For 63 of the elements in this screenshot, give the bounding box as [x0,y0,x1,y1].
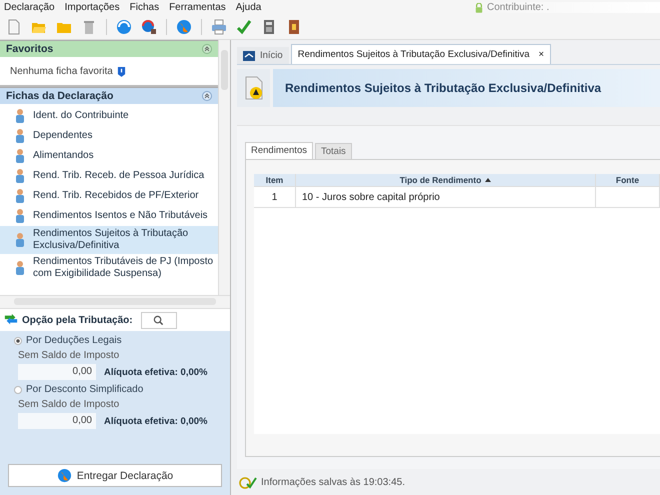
collapse-icon[interactable] [202,44,212,54]
info-icon [116,66,126,76]
form-list-item[interactable]: Rendimentos Tributáveis de PJ (Imposto com Exigibilidade Suspensa) [33,256,214,280]
column-header[interactable]: Item [254,174,296,187]
tab[interactable]: Início [237,47,289,64]
empty-favorites-text: Nenhuma ficha favorita [10,66,113,76]
sub-tab[interactable]: Totais [314,143,352,159]
radio-label[interactable]: Por Desconto Simplificado [26,384,144,395]
favorites-header[interactable]: Favoritos [0,40,218,57]
globe-icon [56,468,72,483]
status-text: Informações salvas às 19:03:45. [261,476,405,488]
radio-label[interactable]: Por Deduções Legais [26,335,122,346]
form-list-item[interactable]: Alimentandos [33,150,94,162]
forms-header[interactable]: Fichas da Declaração [0,87,218,104]
stopwatch-check-icon [239,475,257,489]
lock-icon [475,2,483,12]
printer-icon[interactable] [211,19,227,35]
new-document-icon[interactable] [6,19,22,35]
search-icon [153,314,164,326]
home-icon [243,50,255,60]
menu-item[interactable]: Fichas [130,2,160,13]
menu-item[interactable]: Ferramentas [169,2,226,13]
table-cell [596,187,660,208]
form-list-item[interactable]: Rendimentos Isentos e Não Tributáveis [33,210,208,222]
page-title: Rendimentos Sujeitos à Tributação Exclusiva/Definitiva [285,81,602,95]
radio-button[interactable] [14,336,22,344]
amount-field[interactable]: 0,00 [18,364,96,380]
sort-ascending-icon [485,178,492,182]
submit-button[interactable]: Entregar Declaração [8,464,222,487]
book-icon[interactable] [286,19,302,35]
menu-item[interactable]: Importações [64,2,120,13]
vertical-scrollbar[interactable] [218,40,230,295]
contributor-label: Contribuinte: . [487,2,550,13]
amount-field[interactable]: 0,00 [18,413,96,429]
close-tab-button[interactable]: × [538,49,544,60]
effective-rate-text: Alíquota efetiva: 0,00% [104,366,208,378]
collapse-icon[interactable] [202,91,212,101]
table-cell: 1 [254,187,296,208]
menu-item[interactable]: Declaração [4,2,55,13]
horizontal-scrollbar[interactable] [0,295,230,309]
table-cell: 10 - Juros sobre capital próprio [296,187,596,208]
balance-label: Sem Saldo de Imposto [18,350,120,361]
effective-rate-text: Alíquota efetiva: 0,00% [104,416,208,426]
tax-option-title: Opção pela Tributação: [22,314,133,326]
form-list-item[interactable]: Rend. Trib. Receb. de Pessoa Jurídica [33,170,204,182]
form-list-item[interactable]: Rend. Trib. Recebidos de PF/Exterior [33,190,199,202]
checkmark-icon[interactable] [236,19,252,35]
document-warning-icon [244,76,264,100]
radio-button[interactable] [14,386,22,394]
form-list-item[interactable]: Dependentes [33,130,92,142]
menu-item[interactable]: Ajuda [236,2,262,13]
calculator-icon[interactable] [261,19,277,35]
column-header[interactable]: Fonte [596,174,660,187]
trash-icon[interactable] [81,19,97,35]
search-button[interactable] [140,312,177,328]
globe-lock-icon[interactable] [141,19,157,35]
arrows-icon [4,313,18,327]
form-list-item[interactable]: Ident. do Contribuinte [33,110,129,122]
globe-icon[interactable] [176,19,192,35]
balance-label: Sem Saldo de Imposto [18,399,120,410]
sub-tab[interactable]: Rendimentos [245,142,313,159]
column-header[interactable]: Tipo de Rendimento [296,174,596,187]
tab[interactable]: Rendimentos Sujeitos à Tributação Exclusiva/Definitiva × [290,44,552,64]
